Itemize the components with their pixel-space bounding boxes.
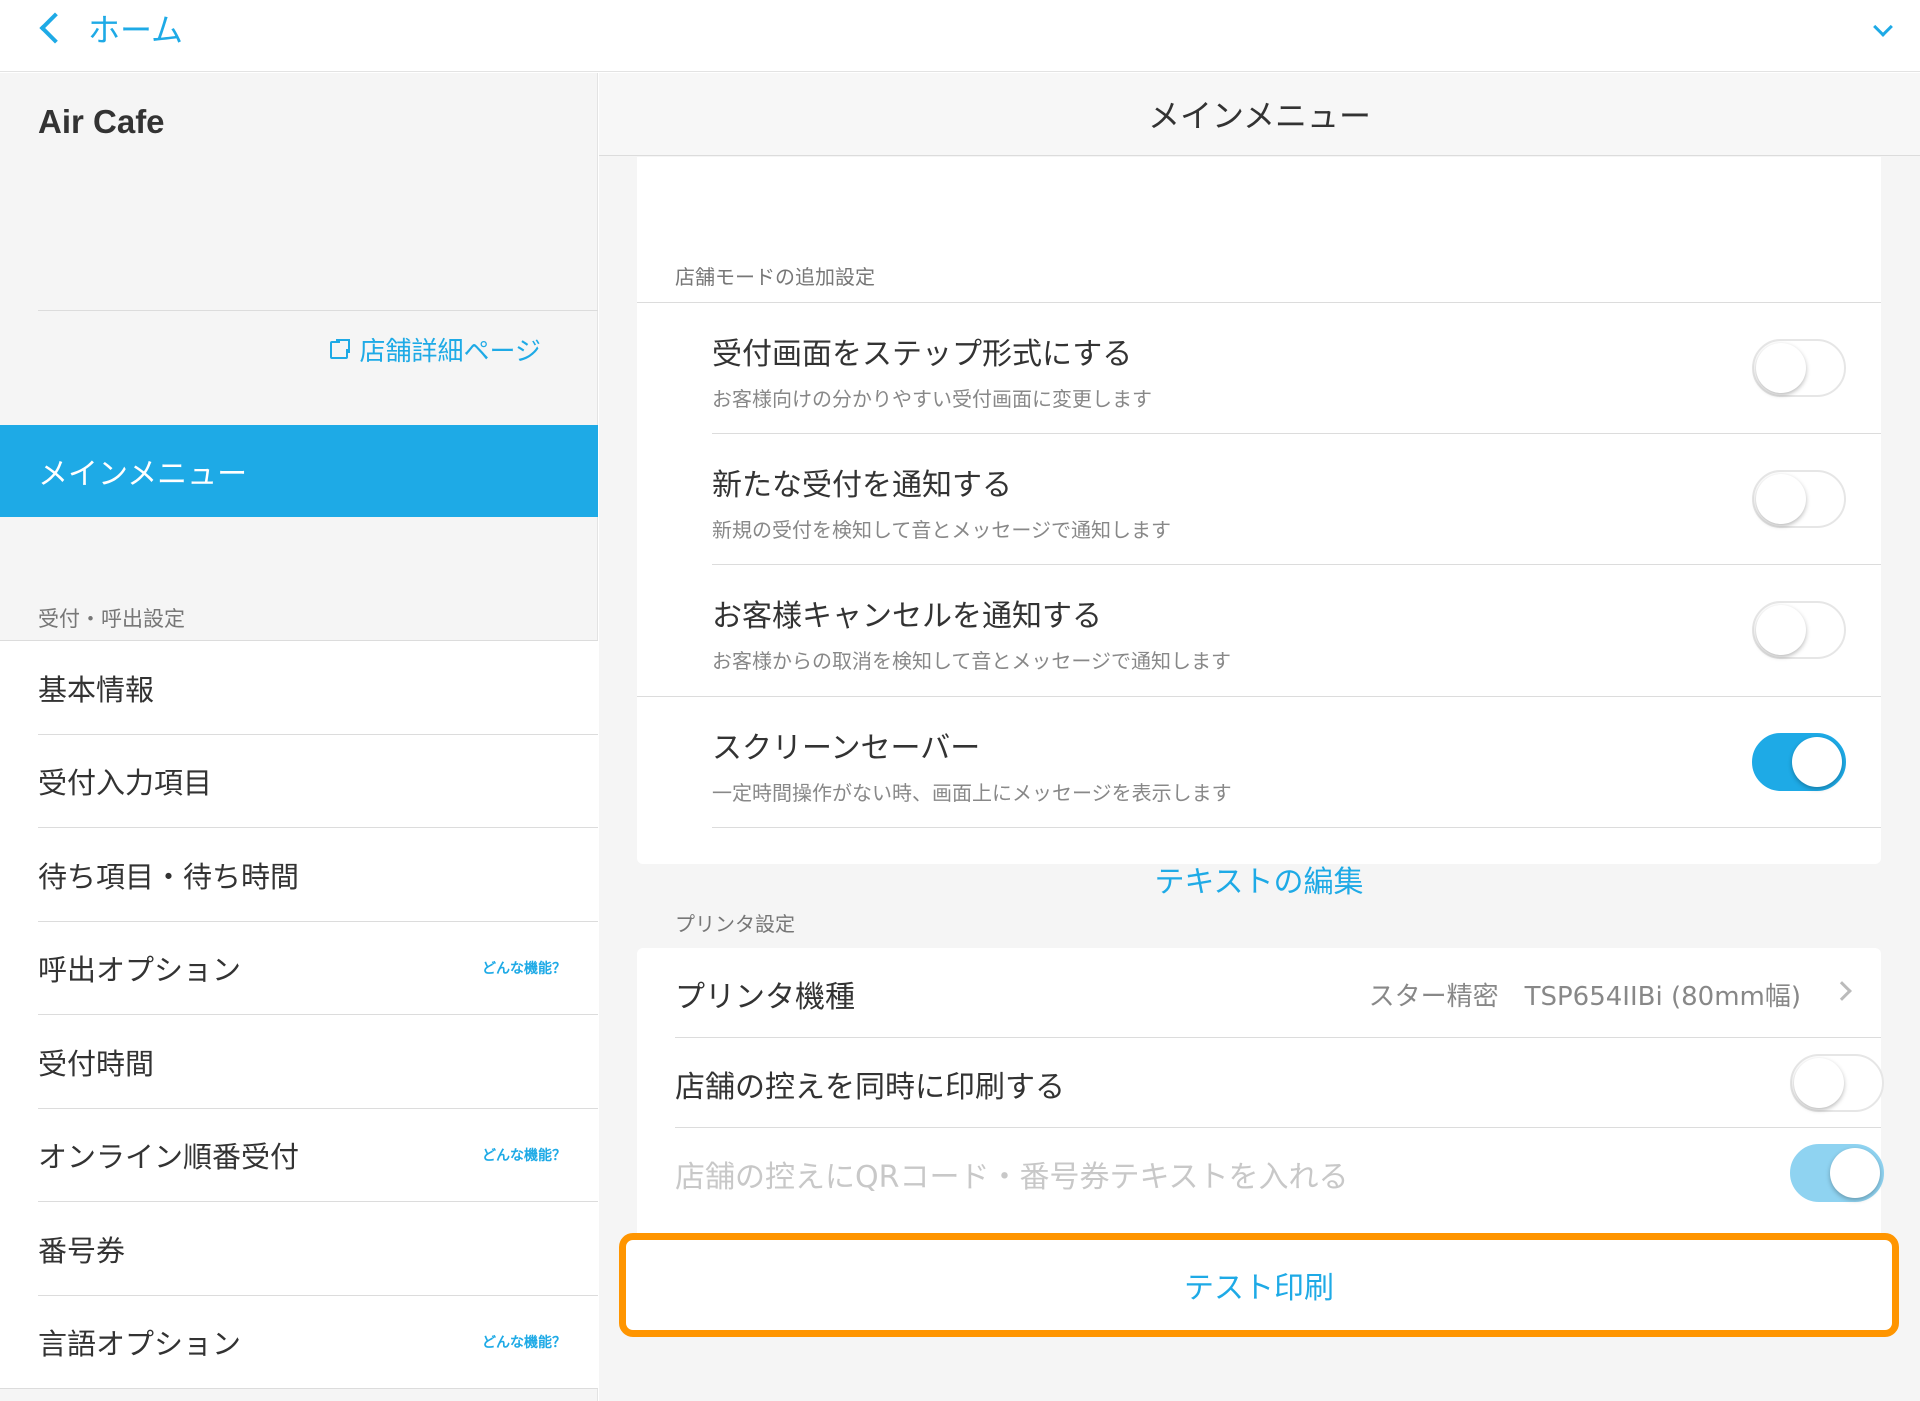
toggle-knob	[1792, 737, 1842, 787]
sidebar-item-main-menu[interactable]: メインメニュー	[0, 425, 598, 517]
store-detail-link[interactable]: 店舗詳細ページ	[329, 331, 541, 368]
divider	[38, 310, 598, 311]
setting-description: 一定時間操作がない時、画面上にメッセージを表示します	[712, 781, 1232, 805]
sidebar-item-label: 基本情報	[38, 672, 155, 707]
section-title-store-mode: 店舗モードの追加設定	[675, 265, 875, 289]
sidebar-item-ticket[interactable]: 番号券	[0, 1202, 598, 1296]
qr-text-row: 店舗の控えにQRコード・番号券テキストを入れる	[675, 1128, 1884, 1218]
help-link[interactable]: どんな機能？	[482, 1332, 566, 1352]
store-mode-card: 店舗モードの追加設定 受付画面をステップ形式にする お客様向けの分かりやすい受付…	[637, 157, 1881, 900]
back-label: ホーム	[88, 11, 184, 49]
sidebar-item-online-queue[interactable]: オンライン順番受付 どんな機能？	[0, 1109, 598, 1203]
sidebar-item-label: 呼出オプション	[38, 953, 242, 988]
setting-row-step-format: 受付画面をステップ形式にする お客様向けの分かりやすい受付画面に変更します	[712, 303, 1881, 434]
test-print-button[interactable]: テスト印刷	[619, 1233, 1899, 1337]
back-button[interactable]: ホーム	[36, 4, 183, 52]
setting-row-new-reception: 新たな受付を通知する 新規の受付を検知して音とメッセージで通知します	[712, 434, 1881, 565]
setting-description: お客様向けの分かりやすい受付画面に変更します	[712, 387, 1152, 411]
print-copy-toggle[interactable]	[1790, 1054, 1884, 1112]
sidebar-item-reception-hours[interactable]: 受付時間	[0, 1015, 598, 1109]
help-link[interactable]: どんな機能？	[482, 958, 566, 978]
toggle-knob	[1756, 474, 1806, 524]
setting-title: スクリーンセーバー	[712, 731, 981, 766]
edit-text-button[interactable]: テキストの編集	[637, 857, 1881, 901]
print-copy-label: 店舗の控えを同時に印刷する	[675, 1070, 1065, 1105]
section-title-printer: プリンタ設定	[675, 912, 795, 936]
printer-model-value: スター精密 TSP654IIBi (80mm幅)	[1368, 982, 1801, 1012]
top-bar: ホーム	[0, 0, 1920, 72]
chevron-left-icon	[39, 12, 71, 44]
setting-row-screensaver: スクリーンセーバー 一定時間操作がない時、画面上にメッセージを表示します	[712, 697, 1881, 828]
sidebar-item-label: 番号券	[38, 1233, 126, 1268]
sidebar-section-title: 受付・呼出設定	[38, 607, 185, 631]
printer-model-label: プリンタ機種	[675, 980, 855, 1015]
qr-text-toggle[interactable]	[1790, 1144, 1884, 1202]
sidebar-item-language-options[interactable]: 言語オプション どんな機能？	[0, 1296, 598, 1390]
toggle-knob	[1830, 1148, 1880, 1198]
printer-card: プリンタ機種 スター精密 TSP654IIBi (80mm幅) 店舗の控えを同時…	[637, 948, 1884, 1244]
setting-title: 新たな受付を通知する	[712, 468, 1012, 503]
new-reception-toggle[interactable]	[1752, 470, 1846, 528]
chevron-right-icon	[1832, 981, 1852, 1001]
sidebar-item-label: オンライン順番受付	[38, 1140, 300, 1175]
sidebar-item-input-fields[interactable]: 受付入力項目	[0, 735, 598, 829]
step-format-toggle[interactable]	[1752, 339, 1846, 397]
sidebar-item-basic-info[interactable]: 基本情報	[0, 641, 598, 735]
setting-title: 受付画面をステップ形式にする	[712, 337, 1133, 372]
toggle-knob	[1756, 605, 1806, 655]
sidebar-list: 基本情報 受付入力項目 待ち項目・待ち時間 呼出オプション どんな機能？ 受付時…	[0, 640, 598, 1389]
toggle-knob	[1756, 343, 1806, 393]
setting-title: お客様キャンセルを通知する	[712, 599, 1102, 634]
sidebar: Air Cafe 店舗詳細ページ メインメニュー 受付・呼出設定 基本情報 受付…	[0, 73, 598, 1401]
store-detail-link-label: 店舗詳細ページ	[359, 337, 541, 367]
page-title: メインメニュー	[599, 73, 1920, 156]
main-panel: メインメニュー 店舗モードの追加設定 受付画面をステップ形式にする お客様向けの…	[599, 73, 1920, 1401]
help-link[interactable]: どんな機能？	[482, 1145, 566, 1165]
sidebar-item-wait-items[interactable]: 待ち項目・待ち時間	[0, 828, 598, 922]
cancel-notify-toggle[interactable]	[1752, 601, 1846, 659]
setting-description: お客様からの取消を検知して音とメッセージで通知します	[712, 649, 1231, 673]
sidebar-item-label: 待ち項目・待ち時間	[38, 859, 300, 894]
sidebar-item-label: 受付時間	[38, 1046, 155, 1081]
printer-model-row[interactable]: プリンタ機種 スター精密 TSP654IIBi (80mm幅)	[675, 948, 1881, 1038]
external-link-icon	[329, 338, 350, 359]
sidebar-item-call-options[interactable]: 呼出オプション どんな機能？	[0, 922, 598, 1016]
sidebar-item-label: 言語オプション	[38, 1327, 242, 1362]
sidebar-item-label: 受付入力項目	[38, 766, 213, 801]
setting-row-cancel-notify: お客様キャンセルを通知する お客様からの取消を検知して音とメッセージで通知します	[712, 565, 1881, 696]
screensaver-toggle[interactable]	[1752, 733, 1846, 791]
divider	[712, 827, 1881, 828]
toggle-knob	[1794, 1058, 1844, 1108]
chevron-down-icon[interactable]	[1873, 17, 1893, 37]
qr-text-label: 店舗の控えにQRコード・番号券テキストを入れる	[675, 1160, 1349, 1195]
store-name: Air Cafe	[38, 103, 165, 140]
print-copy-row: 店舗の控えを同時に印刷する	[675, 1038, 1884, 1128]
setting-description: 新規の受付を検知して音とメッセージで通知します	[712, 518, 1171, 542]
